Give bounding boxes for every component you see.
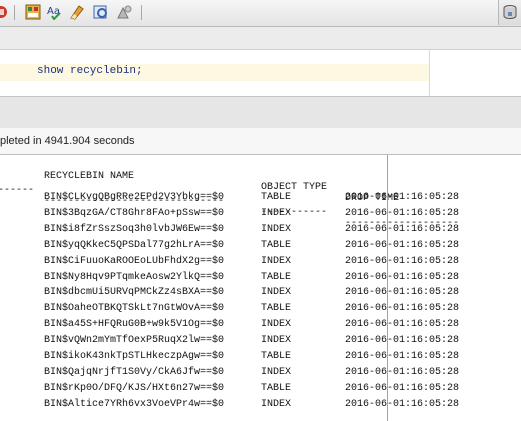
object-type-cell: TABLE — [261, 192, 292, 203]
object-type-cell: INDEX — [261, 398, 292, 410]
object-type-cell: TABLE — [261, 382, 292, 394]
sql-statement: show recyclebin; — [37, 65, 143, 77]
recyclebin-name-cell: BIN$vQWn2mYmTfOexP5RuqX2lw==$0 — [44, 335, 225, 347]
table-row: BIN$ikoK43nkTpSTLHkeczpAgw==$0 TABLE 2016-… — [0, 351, 521, 366]
drop-time-cell: 2016-06-01:16:05:28 — [345, 287, 460, 299]
recyclebin-name-cell: BIN$Altice7YRh6vx3VoeVPr4w==$0 — [44, 398, 225, 410]
drop-time-cell: 2016-06-01:16:05:28 — [345, 366, 460, 378]
results-separator-row: ------ ------------------------------ --… — [0, 174, 521, 229]
sql-editor[interactable]: show recyclebin; — [0, 50, 521, 96]
recyclebin-name-cell: BIN$yqQKkeC5QPSDal77g2hLrA==$0 — [44, 239, 225, 251]
table-row: BIN$rKp0O/DFQ/KJS/HXt6n27w==$0 TABLE 2016-… — [0, 383, 521, 398]
clear-icon[interactable] — [69, 4, 85, 20]
drop-time-cell: 2016-06-01:16:05:28 — [345, 255, 460, 267]
object-type-cell: TABLE — [261, 239, 292, 251]
toolbar-separator — [14, 5, 15, 20]
recyclebin-name-cell: BIN$Ny8Hqv9PTqmkeAosw2YlkQ==$0 — [44, 271, 225, 283]
column-guide-line — [387, 155, 388, 421]
toolbar-separator — [141, 5, 142, 20]
right-margin-line — [429, 50, 430, 96]
table-row: BIN$a45S+HFQRuG0B+w9k5V1Og==$0 INDEX 2016-… — [0, 319, 521, 334]
recyclebin-name-cell: BIN$QajqNrjfT1S0Vy/CkA6Jfw==$0 — [44, 366, 225, 378]
table-row: BIN$Altice7YRh6vx3VoeVPr4w==$0 INDEX 2016-… — [0, 399, 521, 414]
recyclebin-name-cell: BIN$rKp0O/DFQ/KJS/HXt6n27w==$0 — [44, 382, 225, 394]
database-icon — [503, 5, 517, 19]
drop-time-cell: 2016-06-01:16:05:28 — [345, 239, 460, 251]
autotrace-icon[interactable] — [116, 4, 132, 20]
pane-splitter[interactable] — [0, 96, 521, 129]
recyclebin-name-cell: BIN$a45S+HFQRuG0B+w9k5V1Og==$0 — [44, 319, 225, 331]
drop-time-cell: 2016-06-01:16:05:28 — [345, 223, 460, 235]
object-type-cell: TABLE — [261, 303, 292, 315]
script-output-status: pleted in 4941.904 seconds — [0, 128, 521, 155]
object-type-cell: TABLE — [261, 271, 292, 283]
execution-time-text: pleted in 4941.904 seconds — [0, 135, 135, 147]
object-type-cell: INDEX — [261, 287, 292, 299]
script-output-results: RECYCLEBIN NAME OBJECT TYPE DROP TIME --… — [0, 155, 521, 421]
object-type-cell: INDEX — [261, 207, 292, 219]
object-type-cell: INDEX — [261, 335, 292, 347]
drop-time-cell: 2016-06-01:16:05:28 — [345, 335, 460, 347]
recyclebin-name-cell: BIN$CiFuuoKaROOEoLUbFhdX2g==$0 — [44, 255, 225, 267]
recyclebin-name-cell: BIN$OaheOTBKQTSkLt7nGtWOvA==$0 — [44, 303, 225, 315]
table-row: BIN$OaheOTBKQTSkLt7nGtWOvA==$0 TABLE 2016-… — [0, 303, 521, 318]
table-row: BIN$QajqNrjfT1S0Vy/CkA6Jfw==$0 INDEX 2016-… — [0, 367, 521, 382]
explain-plan-icon[interactable] — [93, 4, 109, 20]
toolbar: Aa — [0, 0, 521, 27]
table-row: BIN$Ny8Hqv9PTqmkeAosw2YlkQ==$0 TABLE 2016-… — [0, 272, 521, 287]
worksheet-tab-strip — [0, 27, 521, 50]
object-type-cell: TABLE — [261, 351, 292, 362]
connection-selector-button[interactable] — [498, 0, 521, 25]
drop-time-cell: 2016-06-01:16:05:28 — [345, 303, 460, 315]
results-header-row: RECYCLEBIN NAME OBJECT TYPE DROP TIME — [0, 160, 521, 204]
recyclebin-name-cell: BIN$3BqzGA/CT8Ghr8FAo+pSsw==$0 — [44, 207, 225, 219]
table-row: BIN$vQWn2mYmTfOexP5RuqX2lw==$0 INDEX 2016-… — [0, 335, 521, 350]
object-type-cell: INDEX — [261, 366, 292, 378]
object-type-cell: INDEX — [261, 223, 292, 235]
table-row: BIN$CLKvgQBgRRe2EPd2V3Ybkg==$0 TABLE 2016-… — [0, 192, 521, 207]
recyclebin-name-cell: BIN$ikoK43nkTpSTLHkeczpAgw==$0 — [44, 351, 225, 362]
drop-time-cell: 2016-06-01:16:05:28 — [345, 271, 460, 283]
drop-time-cell: 2016-06-01:16:05:28 — [345, 351, 460, 362]
spell-check-icon[interactable]: Aa — [47, 4, 63, 20]
object-type-cell: INDEX — [261, 319, 292, 331]
table-row: BIN$CiFuuoKaROOEoLUbFhdX2g==$0 INDEX 2016-… — [0, 256, 521, 271]
recyclebin-name-cell: BIN$CLKvgQBgRRe2EPd2V3Ybkg==$0 — [44, 192, 225, 203]
drop-time-cell: 2016-06-01:16:05:28 — [345, 382, 460, 394]
table-row: BIN$3BqzGA/CT8Ghr8FAo+pSsw==$0 INDEX 2016-… — [0, 208, 521, 223]
recyclebin-name-cell: BIN$dbcmUi5URVqPMCkZz4sBXA==$0 — [44, 287, 225, 299]
table-row: BIN$dbcmUi5URVqPMCkZz4sBXA==$0 INDEX 2016-… — [0, 287, 521, 302]
recyclebin-name-cell: BIN$i8fZrSszSoq3h0lvbJW6Ew==$0 — [44, 223, 225, 235]
run-sql-icon[interactable] — [25, 4, 41, 20]
object-type-cell: INDEX — [261, 255, 292, 267]
drop-time-cell: 2016-06-01:16:05:28 — [345, 192, 460, 203]
drop-time-cell: 2016-06-01:16:05:28 — [345, 319, 460, 331]
red-icon-partial[interactable] — [0, 4, 9, 20]
table-row: BIN$i8fZrSszSoq3h0lvbJW6Ew==$0 INDEX 2016-… — [0, 224, 521, 239]
drop-time-cell: 2016-06-01:16:05:28 — [345, 398, 460, 410]
table-row: BIN$yqQKkeC5QPSDal77g2hLrA==$0 TABLE 2016-… — [0, 240, 521, 255]
drop-time-cell: 2016-06-01:16:05:28 — [345, 207, 460, 219]
